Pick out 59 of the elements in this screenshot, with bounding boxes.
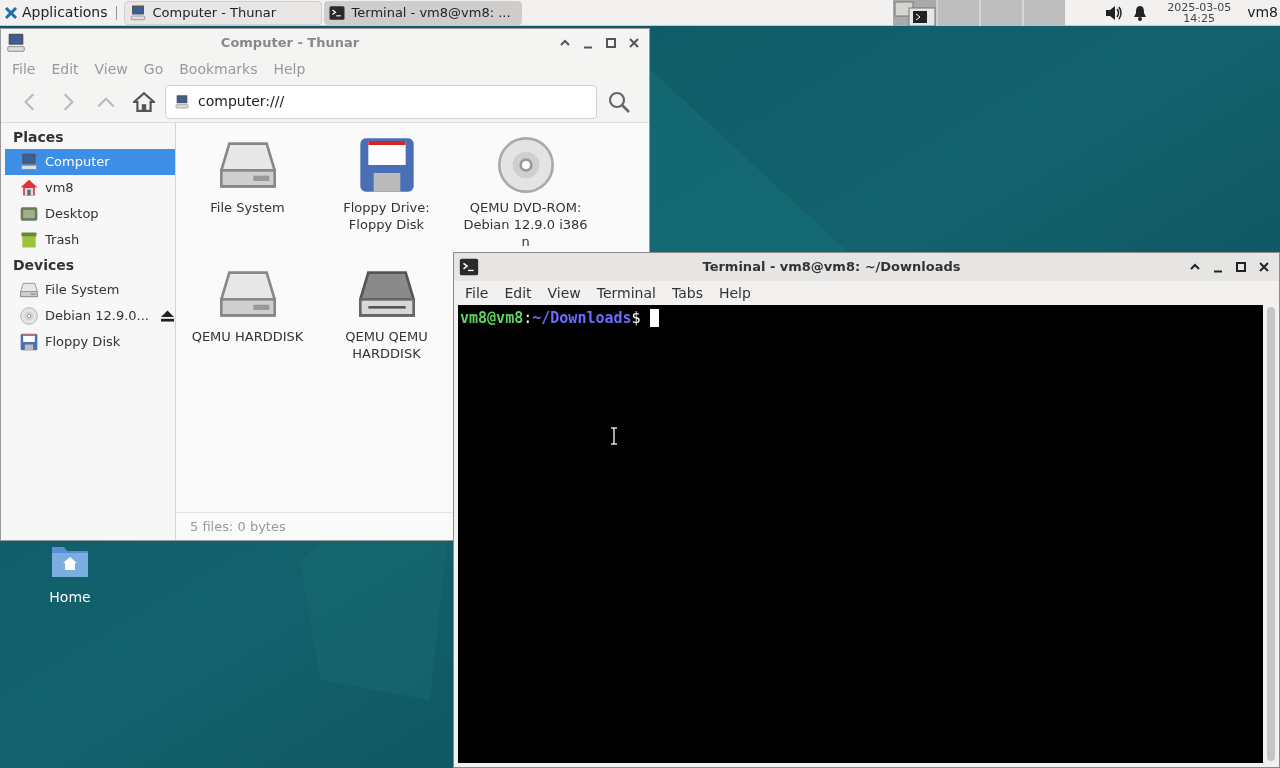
menu-item[interactable]: Tabs xyxy=(664,282,710,304)
prompt-user-host: vm8@vm8 xyxy=(460,308,524,329)
computer-icon xyxy=(174,93,190,110)
text-cursor xyxy=(649,309,659,328)
clock-time: 14:25 xyxy=(1183,12,1216,24)
terminal-icon xyxy=(458,256,480,278)
eject-icon[interactable] xyxy=(160,310,174,322)
computer-icon xyxy=(19,152,39,172)
desktop-icon xyxy=(19,204,39,224)
close-icon xyxy=(1257,261,1270,273)
taskbar-button[interactable]: Terminal - vm8@vm8: ... xyxy=(323,0,522,25)
sidebar-item[interactable]: Trash xyxy=(5,227,175,253)
device-item[interactable]: Floppy Drive: Floppy Disk xyxy=(317,131,456,233)
hard-drive-icon xyxy=(19,280,39,300)
sidebar-item[interactable]: Debian 12.9.0... xyxy=(5,303,175,329)
minimize-icon xyxy=(1211,269,1224,273)
prompt-separator: : xyxy=(523,308,533,329)
bell-icon[interactable] xyxy=(1133,4,1148,21)
computer-icon xyxy=(128,3,147,22)
minimize-icon xyxy=(581,45,594,49)
house-icon xyxy=(133,90,155,113)
section-heading: Devices xyxy=(12,255,76,275)
prompt-path: ~/Downloads xyxy=(532,308,632,329)
device-item[interactable]: File System xyxy=(178,131,317,216)
section-heading: Places xyxy=(12,127,65,147)
window-title: Computer - Thunar xyxy=(219,34,361,53)
taskbar-button[interactable]: Computer - Thunar xyxy=(123,0,322,25)
user-name[interactable]: vm8 xyxy=(1247,2,1278,23)
menu-item[interactable]: View xyxy=(540,282,588,304)
trash-icon xyxy=(19,230,39,250)
x-logo-icon xyxy=(4,5,18,20)
sidebar-item[interactable]: File System xyxy=(5,277,175,303)
window-title: Terminal - vm8@vm8: ~/Downloads xyxy=(701,258,962,277)
maximize-icon xyxy=(1234,261,1247,273)
menu-item[interactable]: Edit xyxy=(497,282,539,304)
maximize-icon xyxy=(604,37,617,49)
device-item[interactable]: QEMU QEMU HARDDISK xyxy=(317,260,456,362)
menu-item[interactable]: File xyxy=(458,282,496,304)
device-item[interactable]: QEMU HARDDISK xyxy=(178,260,317,345)
computer-icon xyxy=(5,32,27,54)
sidebar-item[interactable]: vm8 xyxy=(5,175,175,201)
disc-icon xyxy=(19,306,39,326)
close-icon xyxy=(627,37,640,49)
clock-date: 2025-03-05 xyxy=(1167,1,1232,13)
sidebar-item[interactable]: Desktop xyxy=(5,201,175,227)
prompt-symbol: $ xyxy=(631,308,641,329)
menu-item[interactable]: Help xyxy=(711,282,758,304)
device-item[interactable]: QEMU DVD-ROM: Debian 12.9.0 i386 n xyxy=(456,131,595,250)
house-icon xyxy=(19,178,39,198)
applications-menu[interactable]: Applications xyxy=(0,0,112,25)
workspace-pager[interactable] xyxy=(893,0,1066,26)
search-icon xyxy=(607,89,631,114)
volume-icon[interactable] xyxy=(1105,4,1124,21)
i-beam-cursor-icon xyxy=(610,427,618,445)
desktop-icon-label[interactable]: Home xyxy=(49,587,91,608)
location-field[interactable]: computer:/// xyxy=(165,84,597,119)
menu-item[interactable]: Terminal xyxy=(589,282,663,304)
terminal-icon xyxy=(327,3,346,22)
sidebar-item[interactable]: Floppy Disk xyxy=(5,329,175,355)
